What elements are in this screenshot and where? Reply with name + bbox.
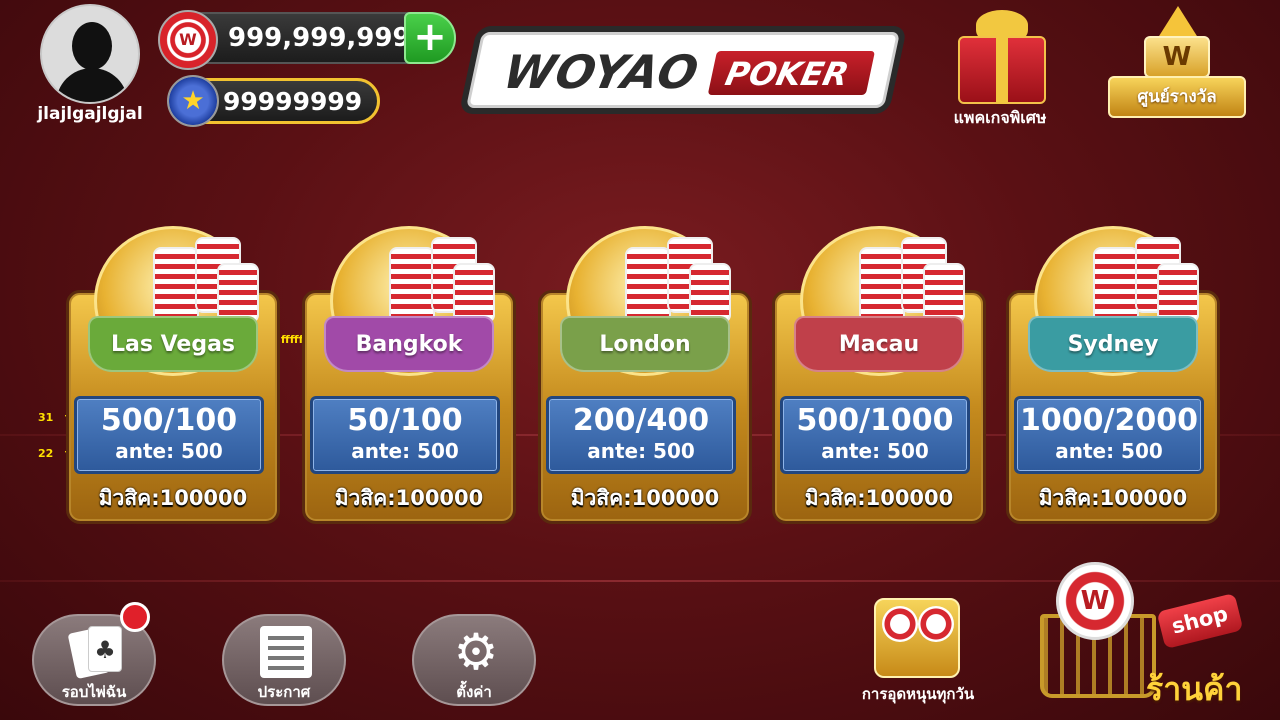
room-ante: ante: 500 — [351, 439, 459, 463]
chip-stack-icon — [153, 247, 199, 323]
room-card-bangkok[interactable]: Bangkok 50/100 ante: 500 มิวสิค:100000 — [302, 226, 516, 526]
poker-chip-icon — [882, 606, 918, 642]
room-banner: London — [560, 316, 730, 372]
room-ante: ante: 500 — [587, 439, 695, 463]
player-username: jlajlgajlgjal — [37, 104, 143, 124]
avatar-silhouette-body — [56, 68, 128, 102]
woyao-poker-logo: WOYAO POKER — [465, 32, 901, 108]
star-icon: ★ — [167, 75, 219, 127]
room-banner: Bangkok — [324, 316, 494, 372]
room-blinds: 50/100 — [347, 403, 463, 438]
announcement-label: ประกาศ — [257, 683, 311, 701]
poker-chip-icon — [918, 606, 954, 642]
room-banner: Sydney — [1028, 316, 1198, 372]
room-stakes-box: 500/1000 ante: 500 — [780, 396, 970, 474]
room-stakes-box: 50/100 ante: 500 — [310, 396, 500, 474]
daily-support-label: การอุดหนุนทุกวัน — [861, 685, 975, 703]
special-package-button[interactable]: แพคเกจพิเศษ — [940, 10, 1070, 130]
chip-stack-icon — [453, 263, 495, 323]
club-icon: ♣ — [88, 626, 122, 672]
special-package-label: แพคเกจพิเศษ — [953, 108, 1047, 127]
chip-stack-icon — [923, 263, 965, 323]
document-icon — [260, 626, 312, 678]
shop-button[interactable]: W shop ร้านค้า — [1036, 556, 1272, 716]
chip-icon-letter: W — [179, 30, 197, 49]
chip-balance-value: 999,999,999 — [228, 23, 411, 53]
room-card-las-vegas[interactable]: Las Vegas 500/100 ante: 500 มิวสิค:10000… — [66, 226, 280, 526]
chip-stack-icon — [217, 263, 259, 323]
room-blinds: 500/100 — [100, 403, 238, 438]
notification-dot — [120, 602, 150, 632]
room-min-buyin: มิวสิค:100000 — [334, 486, 484, 510]
room-ante: ante: 500 — [115, 439, 223, 463]
room-banner: Macau — [794, 316, 964, 372]
avatar-silhouette-head — [72, 22, 112, 70]
rewards-badge-icon: W — [1144, 36, 1210, 78]
daily-support-button[interactable]: การอุดหนุนทุกวัน — [840, 594, 996, 704]
poker-chip-icon: W — [1056, 562, 1134, 640]
chip-balance-bar: W 999,999,999 + — [158, 10, 456, 70]
star-balance-bar: ★ 99999999 — [167, 75, 380, 127]
gift-ribbon — [996, 36, 1008, 104]
room-card-macau[interactable]: Macau 500/1000 ante: 500 มิวสิค:100000 — [772, 226, 986, 526]
poker-chip-icon: W — [158, 10, 218, 70]
logo-poker-text: POKER — [722, 55, 853, 93]
shop-tag: shop — [1156, 592, 1244, 650]
hand-history-label: รอบไพ่ฉัน — [61, 683, 127, 701]
room-ante: ante: 500 — [821, 439, 929, 463]
announcement-button[interactable]: ประกาศ — [222, 614, 346, 706]
room-min-buyin: มิวสิค:100000 — [98, 486, 248, 510]
settings-button[interactable]: ⚙ ตั้งค่า — [412, 614, 536, 706]
room-min-buyin: มิวสิค:100000 — [1038, 486, 1188, 510]
room-city-name: Bangkok — [355, 332, 463, 357]
rewards-plate: ศูนย์รางวัล — [1108, 76, 1246, 118]
room-blinds: 1000/2000 — [1020, 403, 1198, 438]
room-min-buyin: มิวสิค:100000 — [570, 486, 720, 510]
logo-woyao-text: WOYAO — [498, 45, 705, 99]
room-card-london[interactable]: London 200/400 ante: 500 มิวสิค:100000 — [538, 226, 752, 526]
star-balance-value: 99999999 — [223, 87, 363, 116]
room-banner: Las Vegas — [88, 316, 258, 372]
plus-icon: + — [413, 14, 447, 60]
rewards-center-button[interactable]: W ศูนย์รางวัล — [1108, 6, 1250, 118]
chip-stack-icon — [689, 263, 731, 323]
settings-label: ตั้งค่า — [456, 683, 492, 701]
chip-stack-icon — [1093, 247, 1139, 323]
room-city-name: Macau — [838, 332, 920, 357]
chip-stack-icon — [1157, 263, 1199, 323]
room-blinds: 200/400 — [572, 403, 710, 438]
chip-stack-icon — [389, 247, 435, 323]
room-city-name: Sydney — [1067, 332, 1159, 357]
room-card-sydney[interactable]: Sydney 1000/2000 ante: 500 มิวสิค:100000 — [1006, 226, 1220, 526]
room-ante: ante: 500 — [1055, 439, 1163, 463]
rewards-center-label: ศูนย์รางวัล — [1137, 87, 1217, 107]
player-avatar[interactable] — [40, 4, 140, 104]
room-stakes-box: 200/400 ante: 500 — [546, 396, 736, 474]
room-city-name: Las Vegas — [110, 332, 236, 357]
room-blinds: 500/1000 — [796, 403, 954, 438]
room-stakes-box: 1000/2000 ante: 500 — [1014, 396, 1204, 474]
shop-label: ร้านค้า — [1146, 670, 1243, 708]
room-min-buyin: มิวสิค:100000 — [804, 486, 954, 510]
add-chips-button[interactable]: + — [404, 12, 456, 64]
room-city-name: London — [599, 332, 691, 357]
gear-icon: ⚙ — [453, 623, 499, 681]
room-stakes-box: 500/100 ante: 500 — [74, 396, 264, 474]
playing-cards-icon: ♣ — [67, 626, 122, 680]
chip-stack-icon — [625, 247, 671, 323]
chip-stack-icon — [859, 247, 905, 323]
